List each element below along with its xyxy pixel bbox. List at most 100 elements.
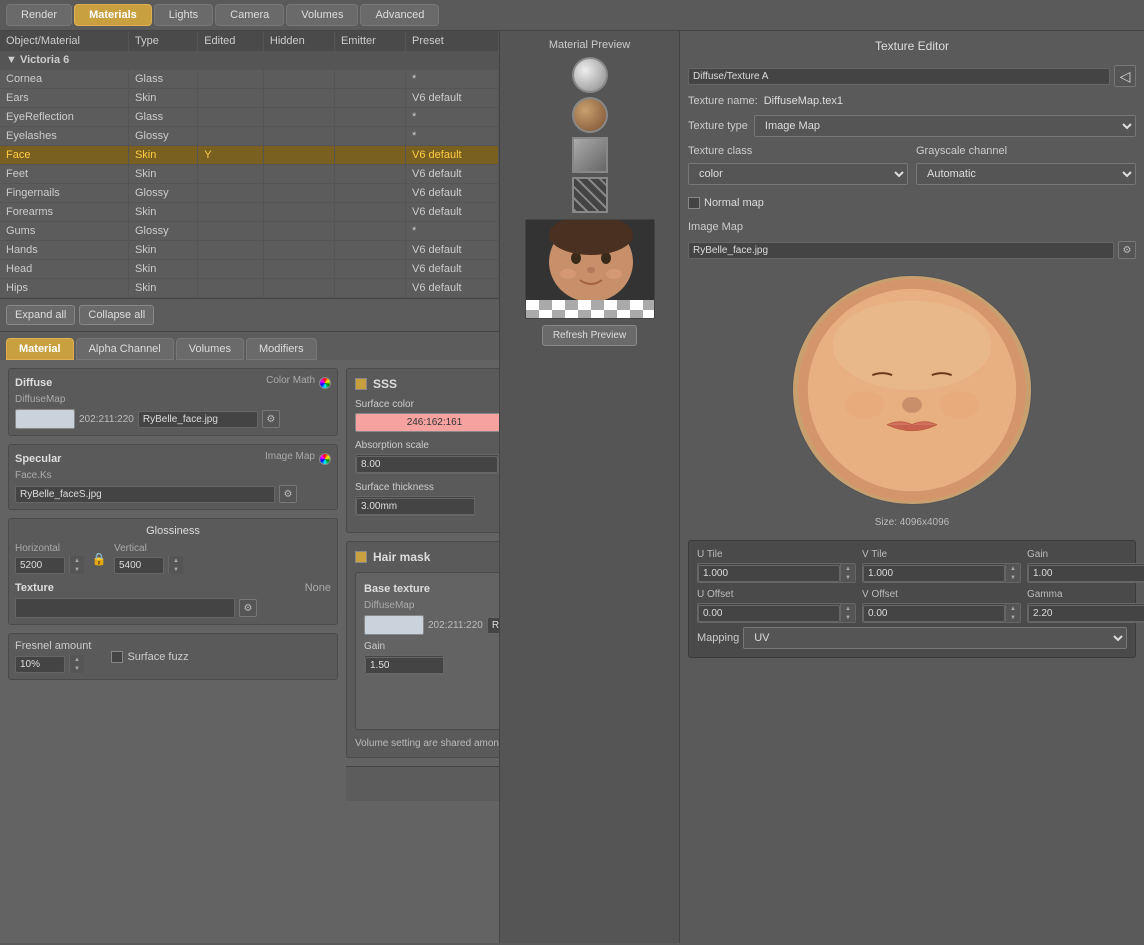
fresnel-down[interactable]: ▼ <box>70 664 84 673</box>
render-btn[interactable]: Render <box>6 4 72 26</box>
surface-thickness-input[interactable] <box>356 498 475 515</box>
v-tile-up[interactable]: ▲ <box>1006 564 1020 573</box>
advanced-btn[interactable]: Advanced <box>360 4 439 26</box>
v-offset-spinner[interactable]: ▲ ▼ <box>862 603 1021 623</box>
group-row-victoria6[interactable]: ▼ Victoria 6 <box>0 51 499 70</box>
diffuse-color-swatch[interactable] <box>15 409 75 429</box>
vertical-input[interactable] <box>114 557 164 574</box>
fresnel-section: Fresnel amount ▲ ▼ Surface fuzz <box>8 633 338 680</box>
u-offset-input[interactable] <box>698 605 840 622</box>
v-tile-spinner[interactable]: ▲ ▼ <box>862 563 1021 583</box>
head-preview-btn[interactable] <box>572 97 608 133</box>
u-offset-spinner[interactable]: ▲ ▼ <box>697 603 856 623</box>
specular-dot[interactable] <box>319 453 331 465</box>
horizontal-label: Horizontal <box>15 543 84 554</box>
channel-input[interactable] <box>688 68 1110 85</box>
specular-filename-input[interactable] <box>15 486 275 503</box>
expand-all-btn[interactable]: Expand all <box>6 305 75 325</box>
v-tile-label: V Tile <box>862 549 1021 560</box>
sphere-preview-btn[interactable] <box>572 57 608 93</box>
u-tile-down[interactable]: ▼ <box>841 573 855 582</box>
image-size: Size: 4096x4096 <box>688 517 1136 528</box>
tab-volumes[interactable]: Volumes <box>176 338 244 360</box>
plane-preview-btn[interactable] <box>572 177 608 213</box>
u-offset-down[interactable]: ▼ <box>841 613 855 622</box>
texture-input-empty[interactable] <box>15 598 235 618</box>
gamma-spinner[interactable]: ▲ ▼ <box>1027 603 1144 623</box>
cube-preview-btn[interactable] <box>572 137 608 173</box>
diffuse-gear-btn[interactable]: ⚙ <box>262 410 280 428</box>
camera-btn[interactable]: Camera <box>215 4 284 26</box>
surface-thickness-spinner[interactable]: ▲ ▼ <box>355 496 475 516</box>
volumes-btn[interactable]: Volumes <box>286 4 358 26</box>
u-tile-spinner[interactable]: ▲ ▼ <box>697 563 856 583</box>
absorption-input[interactable] <box>356 456 498 473</box>
table-row[interactable]: FeetSkinV6 default <box>0 165 499 184</box>
u-tile-up[interactable]: ▲ <box>841 564 855 573</box>
table-row[interactable]: EarsSkinV6 default <box>0 89 499 108</box>
hair-color-value: 202:211:220 <box>428 620 483 631</box>
channel-nav-btn[interactable]: ◁ <box>1114 65 1136 87</box>
table-row[interactable]: EyelashesGlossy* <box>0 127 499 146</box>
u-offset-up[interactable]: ▲ <box>841 604 855 613</box>
mapping-select[interactable]: UV <box>743 627 1127 649</box>
horizontal-spinner[interactable]: ▲ ▼ <box>69 556 84 574</box>
grayscale-channel-select[interactable]: Automatic <box>916 163 1136 185</box>
imagemap-filename-input[interactable] <box>688 242 1114 259</box>
texture-class-select[interactable]: color <box>688 163 908 185</box>
table-row[interactable]: HipsSkinV6 default <box>0 279 499 298</box>
diffuse-title: Diffuse <box>15 377 52 389</box>
hair-filename-input[interactable] <box>487 617 499 634</box>
v-tile-down[interactable]: ▼ <box>1006 573 1020 582</box>
specular-gear-btn[interactable]: ⚙ <box>279 485 297 503</box>
diffuse-filename-input[interactable] <box>138 411 258 428</box>
fresnel-spinner[interactable]: ▲ ▼ <box>69 655 84 673</box>
table-row[interactable]: FingernailsGlossyV6 default <box>0 184 499 203</box>
te-gain-spinner[interactable]: ▲ ▼ <box>1027 563 1144 583</box>
v-tile-item: V Tile ▲ ▼ <box>862 549 1021 583</box>
absorption-spinner[interactable]: ▲ ▼ <box>355 454 499 474</box>
v-offset-up[interactable]: ▲ <box>1006 604 1020 613</box>
table-row[interactable]: HandsSkinV6 default <box>0 241 499 260</box>
table-row[interactable]: GumsGlossy* <box>0 222 499 241</box>
table-row[interactable]: EyeReflectionGlass* <box>0 108 499 127</box>
lights-btn[interactable]: Lights <box>154 4 213 26</box>
texture-gear-btn[interactable]: ⚙ <box>239 599 257 617</box>
gamma-input[interactable] <box>1028 605 1144 622</box>
fresnel-up[interactable]: ▲ <box>70 655 84 664</box>
materials-btn[interactable]: Materials <box>74 4 152 26</box>
tab-alpha-channel[interactable]: Alpha Channel <box>76 338 174 360</box>
surface-color-swatch[interactable]: 246:162:161 <box>355 413 499 432</box>
horizontal-up[interactable]: ▲ <box>70 556 84 565</box>
te-gain-input[interactable] <box>1028 565 1144 582</box>
vertical-spinner[interactable]: ▲ ▼ <box>168 556 183 574</box>
table-row[interactable]: ForearmsSkinV6 default <box>0 203 499 222</box>
tab-material[interactable]: Material <box>6 338 74 360</box>
vertical-down[interactable]: ▼ <box>169 565 183 574</box>
table-row[interactable]: FaceSkinYV6 default <box>0 146 499 165</box>
gain-spinner[interactable]: ▲ ▼ <box>364 655 444 675</box>
hair-mask-checkbox[interactable] <box>355 551 367 563</box>
left-panel: Object/Material Type Edited Hidden Emitt… <box>0 31 500 943</box>
texture-type-select[interactable]: Image Map <box>754 115 1136 137</box>
gain-input[interactable] <box>365 657 444 674</box>
tab-modifiers[interactable]: Modifiers <box>246 338 317 360</box>
diffuse-colormath-dot[interactable] <box>319 377 331 389</box>
table-row[interactable]: HeadSkinV6 default <box>0 260 499 279</box>
vertical-up[interactable]: ▲ <box>169 556 183 565</box>
hair-color-swatch[interactable] <box>364 615 424 635</box>
fresnel-input[interactable] <box>15 656 65 673</box>
refresh-preview-btn[interactable]: Refresh Preview <box>542 325 637 346</box>
v-offset-input[interactable] <box>863 605 1005 622</box>
horizontal-input[interactable] <box>15 557 65 574</box>
v-tile-input[interactable] <box>863 565 1005 582</box>
u-tile-input[interactable] <box>698 565 840 582</box>
horizontal-down[interactable]: ▼ <box>70 565 84 574</box>
normal-map-checkbox[interactable] <box>688 197 700 209</box>
v-offset-down[interactable]: ▼ <box>1006 613 1020 622</box>
table-row[interactable]: CorneaGlass* <box>0 70 499 89</box>
surface-fuzz-checkbox[interactable] <box>111 651 123 663</box>
collapse-all-btn[interactable]: Collapse all <box>79 305 154 325</box>
imagemap-gear-btn[interactable]: ⚙ <box>1118 241 1136 259</box>
sss-checkbox[interactable] <box>355 378 367 390</box>
